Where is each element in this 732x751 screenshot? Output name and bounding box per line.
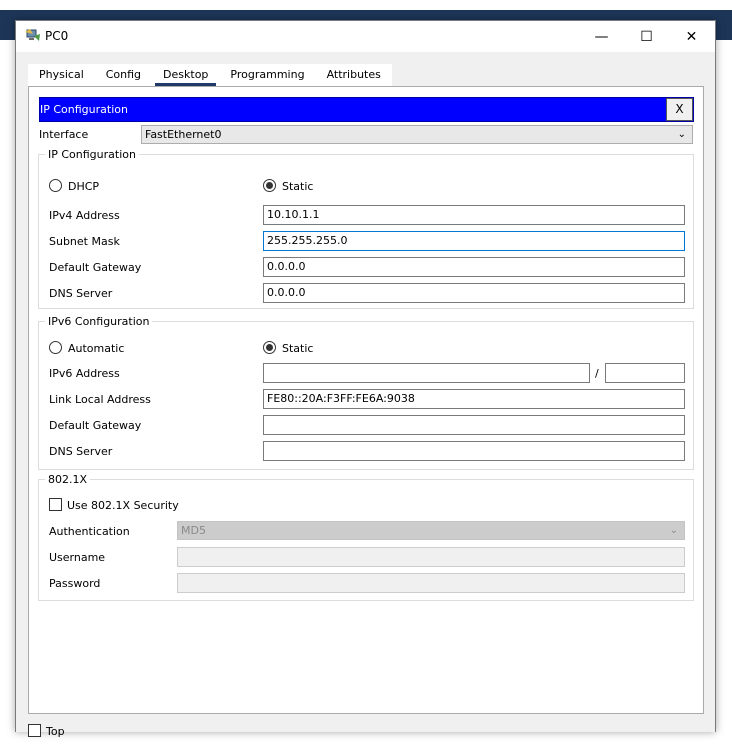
tab-config[interactable]: Config (95, 64, 152, 86)
authentication-select[interactable]: MD5 ⌄ (177, 521, 685, 540)
ip-config-header: IP Configuration X (39, 97, 694, 122)
close-icon: ✕ (685, 28, 698, 45)
tab-physical[interactable]: Physical (28, 64, 95, 86)
static-ipv4-label: Static (282, 180, 314, 193)
ipv4-address-label: IPv4 Address (49, 209, 120, 222)
ipv6-config-group: IPv6 Configuration Automatic Static IPv6… (38, 315, 694, 470)
use-dot1x-label: Use 802.1X Security (67, 499, 179, 512)
tab-programming[interactable]: Programming (219, 64, 315, 86)
prefix-separator: / (595, 367, 599, 380)
ipv6-address-input[interactable] (263, 363, 590, 383)
ipv6-group-title: IPv6 Configuration (45, 315, 153, 328)
interface-select[interactable]: FastEthernet0 ⌄ (141, 125, 693, 144)
ipv6-address-label: IPv6 Address (49, 367, 120, 380)
chevron-down-icon: ⌄ (677, 129, 686, 140)
authentication-select-value: MD5 (181, 524, 206, 537)
ipv4-group-title: IP Configuration (45, 148, 139, 161)
subnet-mask-label: Subnet Mask (49, 235, 120, 248)
minimize-icon: — (594, 28, 609, 45)
ipv6-dns-server-label: DNS Server (49, 445, 113, 458)
ipv6-prefix-input[interactable] (605, 363, 685, 383)
background-band-top (0, 0, 732, 10)
password-label: Password (49, 577, 101, 590)
title-bar[interactable]: PC0 — ☐ ✕ (16, 21, 715, 52)
desktop-panel: IP Configuration X Interface FastEtherne… (28, 86, 704, 714)
link-local-label: Link Local Address (49, 393, 151, 406)
ipv6-default-gateway-input[interactable] (263, 415, 685, 435)
ipv6-default-gateway-label: Default Gateway (49, 419, 142, 432)
tab-strip: Physical Config Desktop Programming Attr… (28, 64, 392, 86)
static-ipv6-label: Static (282, 342, 314, 355)
chevron-down-icon: ⌄ (669, 525, 678, 536)
use-dot1x-checkbox[interactable] (49, 498, 62, 511)
tab-attributes[interactable]: Attributes (316, 64, 392, 86)
pc-app-icon (25, 29, 40, 41)
pc0-window: PC0 — ☐ ✕ Physical Config Desktop Progra… (15, 20, 716, 738)
window-title: PC0 (45, 29, 69, 43)
dhcp-label: DHCP (68, 180, 100, 193)
window-client: Physical Config Desktop Programming Attr… (16, 52, 715, 738)
tab-desktop[interactable]: Desktop (152, 64, 219, 86)
password-input[interactable] (177, 573, 685, 593)
static-ipv6-radio[interactable] (263, 341, 276, 354)
dhcp-radio[interactable] (49, 179, 62, 192)
automatic-ipv6-label: Automatic (68, 342, 125, 355)
link-local-input[interactable]: FE80::20A:F3FF:FE6A:9038 (263, 389, 685, 409)
top-label: Top (46, 725, 65, 738)
username-input[interactable] (177, 547, 685, 567)
subnet-mask-input[interactable]: 255.255.255.0 (263, 231, 685, 251)
ipv6-dns-server-input[interactable] (263, 441, 685, 461)
username-label: Username (49, 551, 106, 564)
authentication-label: Authentication (49, 525, 130, 538)
maximize-icon: ☐ (640, 28, 653, 45)
interface-select-value: FastEthernet0 (145, 128, 222, 141)
interface-label: Interface (39, 128, 89, 141)
top-checkbox[interactable] (28, 724, 41, 737)
ipv4-address-input[interactable]: 10.10.1.1 (263, 205, 685, 225)
dot1x-group: 802.1X Use 802.1X Security Authenticatio… (38, 473, 694, 601)
static-ipv4-radio[interactable] (263, 179, 276, 192)
minimize-button[interactable]: — (579, 21, 624, 52)
ip-config-close-button[interactable]: X (666, 98, 693, 121)
ipv4-default-gateway-input[interactable]: 0.0.0.0 (263, 257, 685, 277)
ipv4-default-gateway-label: Default Gateway (49, 261, 142, 274)
maximize-button[interactable]: ☐ (624, 21, 669, 52)
close-button[interactable]: ✕ (669, 21, 714, 52)
automatic-ipv6-radio[interactable] (49, 341, 62, 354)
ipv4-dns-server-label: DNS Server (49, 287, 113, 300)
dot1x-group-title: 802.1X (45, 473, 91, 486)
ipv4-config-group: IP Configuration DHCP Static IPv4 Addres… (38, 148, 694, 309)
ip-config-title: IP Configuration (40, 103, 128, 116)
ipv4-dns-server-input[interactable]: 0.0.0.0 (263, 283, 685, 303)
